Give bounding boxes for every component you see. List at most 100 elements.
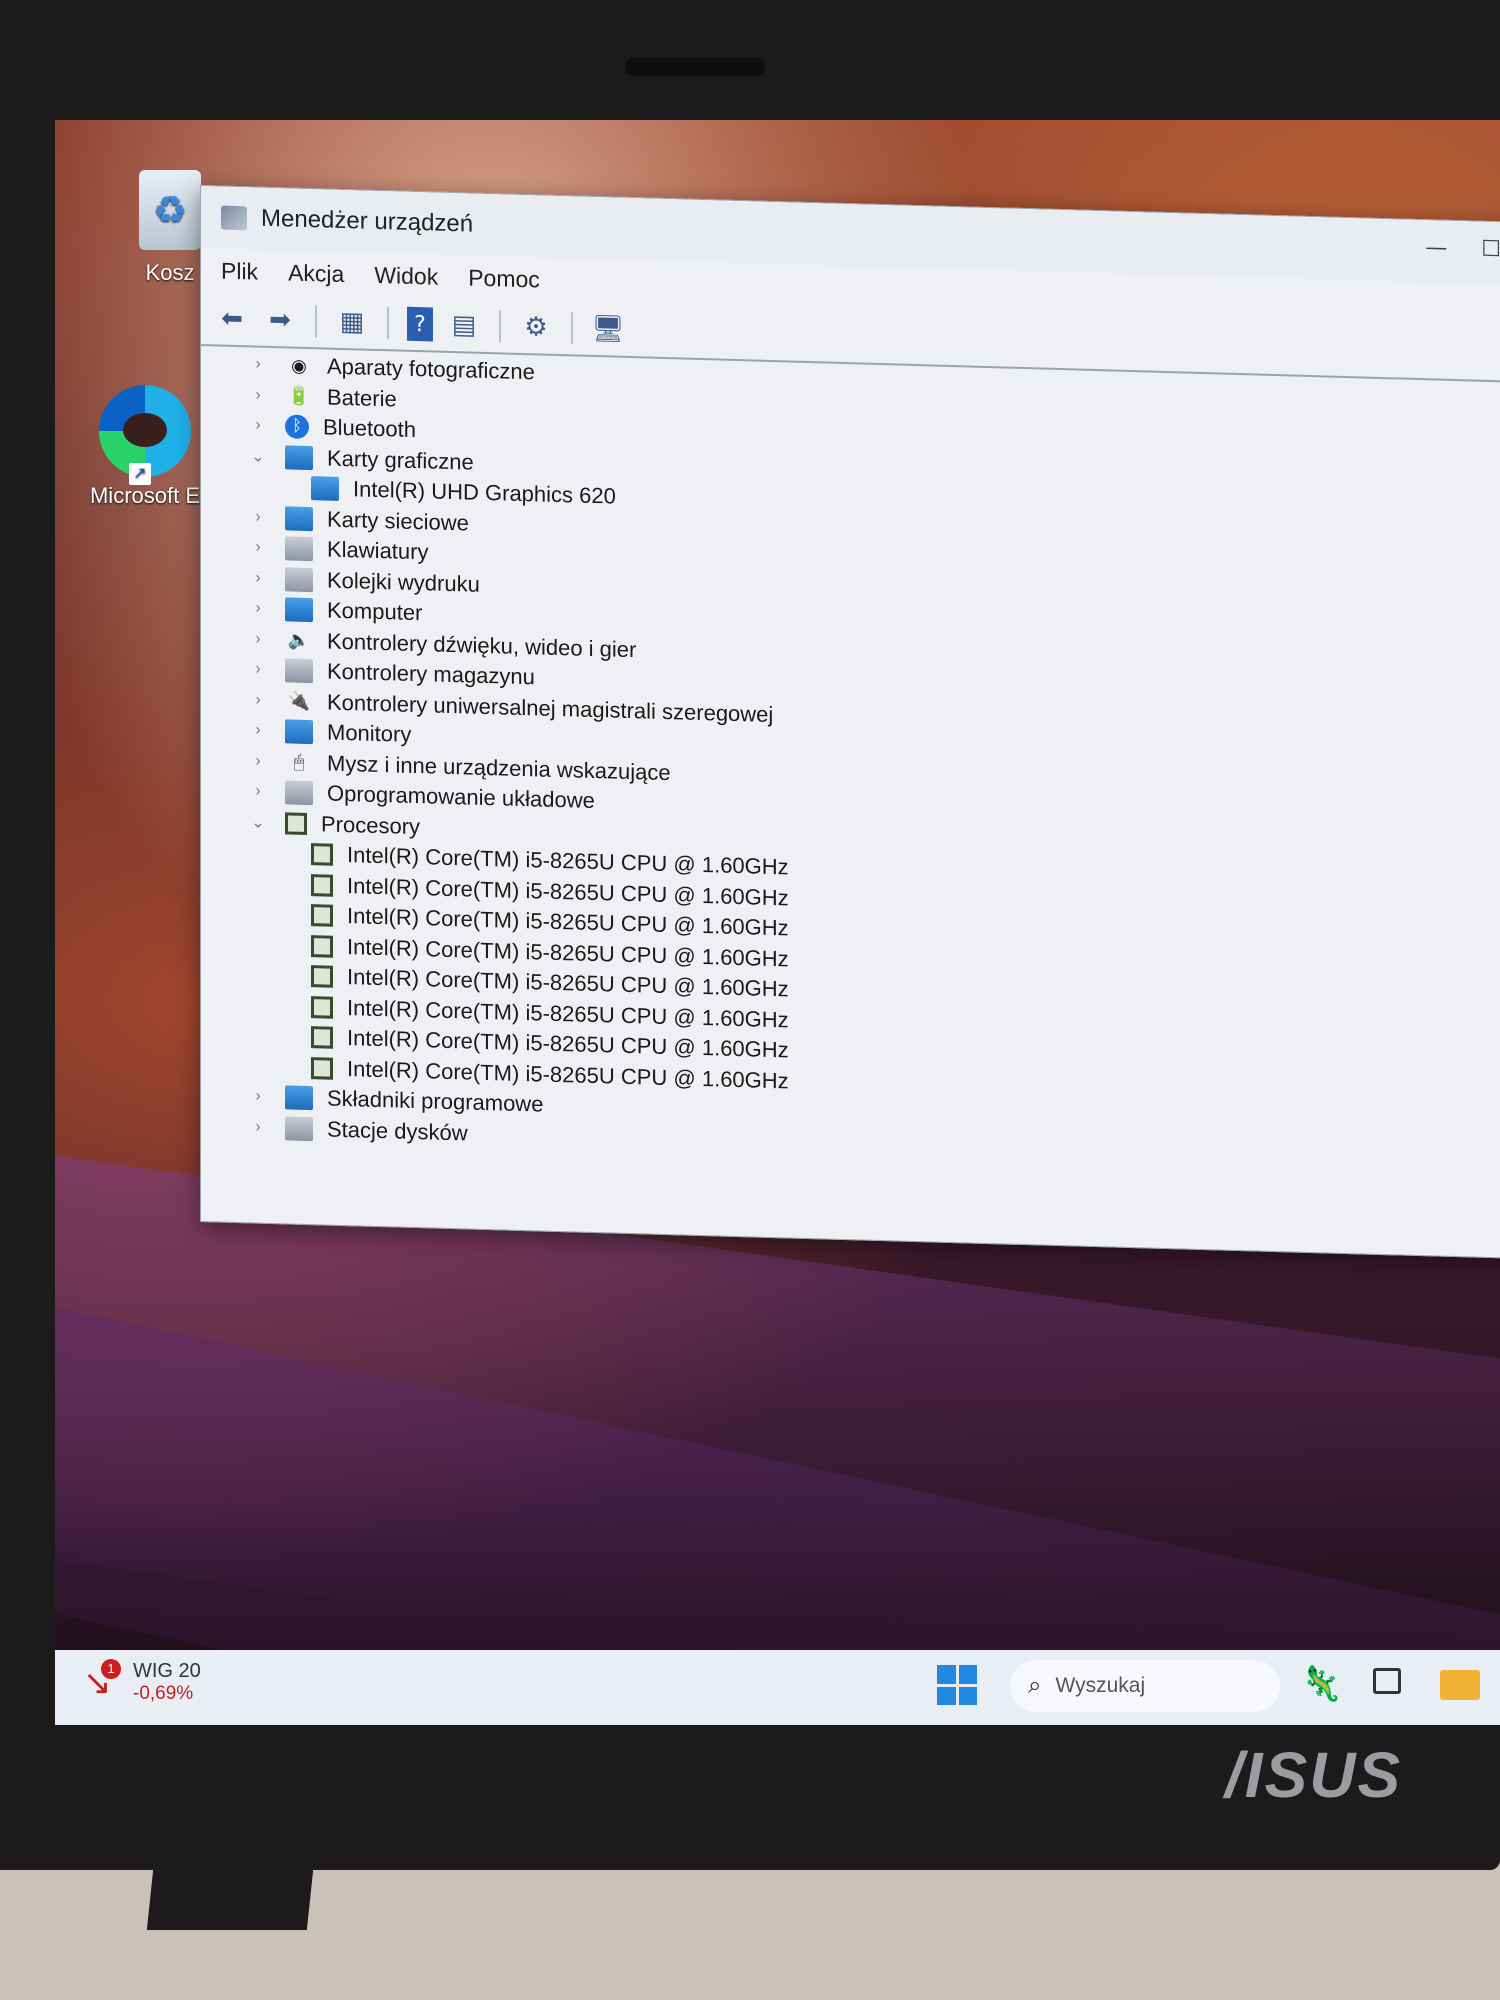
- notification-badge: 1: [101, 1658, 121, 1679]
- chevron-right-icon[interactable]: ›: [247, 783, 269, 802]
- keyboard-icon: [285, 536, 313, 562]
- chevron-right-icon[interactable]: ›: [247, 661, 269, 680]
- software-component-icon: [285, 1085, 313, 1111]
- computer-icon: [285, 597, 313, 623]
- menu-pomoc[interactable]: Pomoc: [468, 264, 540, 293]
- laptop-brand-logo: /ISUS: [1225, 1739, 1403, 1811]
- file-explorer-icon[interactable]: [1440, 1670, 1480, 1700]
- device-manager-icon: [221, 205, 247, 231]
- device-manager-window[interactable]: Menedżer urządzeń — ☐ Plik Akcja Widok P…: [200, 185, 1500, 1259]
- usb-icon: 🔌: [287, 690, 311, 712]
- toolbar-separator: [315, 305, 317, 338]
- tree-label: Komputer: [327, 597, 423, 626]
- menu-akcja[interactable]: Akcja: [288, 259, 344, 288]
- battery-icon: 🔋: [287, 385, 311, 407]
- chevron-right-icon[interactable]: ›: [247, 386, 269, 405]
- tree-label: Karty sieciowe: [327, 506, 469, 536]
- display-adapter-icon: [311, 476, 339, 502]
- menu-widok[interactable]: Widok: [374, 261, 438, 290]
- chevron-right-icon[interactable]: ›: [247, 569, 269, 588]
- tree-label: Kontrolery magazynu: [327, 658, 535, 690]
- tree-label: Aparaty fotograficzne: [327, 353, 535, 385]
- recycle-bin-icon: ♻: [139, 170, 201, 250]
- help-icon[interactable]: ?: [407, 306, 433, 342]
- widget-title: WIG 20: [133, 1660, 201, 1682]
- chevron-right-icon[interactable]: ›: [247, 752, 269, 771]
- chevron-down-icon[interactable]: ⌄: [247, 812, 269, 833]
- bluetooth-icon: ᛒ: [285, 414, 309, 440]
- stock-widget[interactable]: ↘ 1 WIG 20 -0,69%: [83, 1658, 201, 1705]
- tree-label: Intel(R) UHD Graphics 620: [353, 476, 616, 509]
- windows-logo-tile: [958, 1665, 977, 1684]
- cpu-icon: [311, 995, 333, 1019]
- edge-icon: ↗: [99, 385, 191, 485]
- chevron-right-icon[interactable]: ›: [247, 356, 269, 375]
- menu-plik[interactable]: Plik: [221, 257, 258, 285]
- disk-drive-icon: [285, 1116, 313, 1141]
- cpu-icon: [311, 934, 333, 958]
- tree-label: Monitory: [327, 719, 412, 748]
- laptop-hinge: [146, 1870, 314, 1930]
- camera-icon: ◉: [291, 355, 307, 376]
- cpu-icon: [311, 904, 333, 927]
- back-arrow-icon[interactable]: ⬅: [215, 301, 249, 336]
- windows-logo-tile: [958, 1686, 977, 1705]
- maximize-button[interactable]: ☐: [1481, 237, 1500, 263]
- laptop-bezel: ♻ Kosz ↗ Microsoft E Menedżer urządzeń —…: [0, 0, 1500, 1870]
- start-button[interactable]: [937, 1665, 977, 1705]
- display-adapter-icon: [285, 445, 313, 470]
- tree-label: Stacje dysków: [327, 1116, 468, 1146]
- cpu-icon: [285, 812, 307, 835]
- cpu-icon: [311, 843, 333, 866]
- toolbar-separator: [387, 307, 389, 340]
- windows-logo-tile: [937, 1665, 956, 1684]
- firmware-icon: [285, 780, 313, 806]
- storage-controller-icon: [285, 658, 313, 684]
- tree-label: Składniki programowe: [327, 1085, 544, 1117]
- speaker-icon: 🔈: [287, 629, 311, 651]
- chevron-right-icon[interactable]: ›: [247, 1088, 269, 1107]
- chevron-right-icon[interactable]: ›: [247, 539, 269, 558]
- chevron-right-icon[interactable]: ›: [247, 417, 269, 436]
- chevron-right-icon[interactable]: ›: [247, 508, 269, 527]
- chevron-right-icon[interactable]: ›: [247, 691, 269, 710]
- mouse-icon: 🖱: [293, 751, 305, 773]
- printer-icon: [285, 567, 313, 592]
- search-placeholder: Wyszukaj: [1055, 1674, 1146, 1697]
- taskbar-search[interactable]: ⌕ Wyszukaj: [1010, 1660, 1280, 1712]
- tree-label: Baterie: [327, 384, 397, 412]
- widget-value: -0,69%: [133, 1683, 194, 1704]
- scan-hardware-icon[interactable]: 🖥: [591, 312, 625, 347]
- cpu-icon: [311, 1056, 333, 1080]
- windows-logo-tile: [937, 1686, 956, 1705]
- chevron-right-icon[interactable]: ›: [247, 722, 269, 741]
- tree-label: Karty graficzne: [327, 445, 474, 475]
- update-driver-icon[interactable]: ⚙: [519, 310, 553, 345]
- stock-down-icon: ↘ 1: [83, 1658, 123, 1703]
- desktop-screen: ♻ Kosz ↗ Microsoft E Menedżer urządzeń —…: [55, 120, 1500, 1725]
- cpu-icon: [311, 965, 333, 988]
- window-controls: — ☐: [1425, 235, 1500, 262]
- chevron-right-icon[interactable]: ›: [247, 630, 269, 649]
- properties-icon[interactable]: ▦: [335, 305, 369, 340]
- minimize-button[interactable]: —: [1425, 235, 1447, 261]
- monitor-icon: [285, 719, 313, 745]
- device-tree[interactable]: › ◉ Aparaty fotograficzne › 🔋 Baterie › ᛒ Blueto…: [201, 348, 1500, 1250]
- network-adapter-icon: [285, 506, 313, 531]
- forward-arrow-icon[interactable]: ➡: [263, 303, 297, 338]
- chevron-right-icon[interactable]: ›: [247, 600, 269, 619]
- cpu-icon: [311, 1026, 333, 1049]
- tree-label: Klawiatury: [327, 536, 429, 565]
- tree-label: Procesory: [321, 811, 421, 839]
- window-title: Menedżer urządzeń: [261, 204, 474, 238]
- view-icon[interactable]: ▤: [447, 308, 481, 343]
- cpu-icon: [311, 873, 333, 897]
- tree-label: Bluetooth: [323, 414, 416, 443]
- search-icon: ⌕: [1028, 1672, 1042, 1699]
- toolbar-separator: [571, 312, 573, 345]
- task-view-icon[interactable]: [1373, 1668, 1401, 1694]
- shortcut-arrow-icon: ↗: [129, 463, 151, 485]
- chevron-down-icon[interactable]: ⌄: [247, 446, 269, 467]
- chevron-right-icon[interactable]: ›: [247, 1118, 269, 1137]
- game-app-icon[interactable]: 🦎: [1300, 1664, 1342, 1704]
